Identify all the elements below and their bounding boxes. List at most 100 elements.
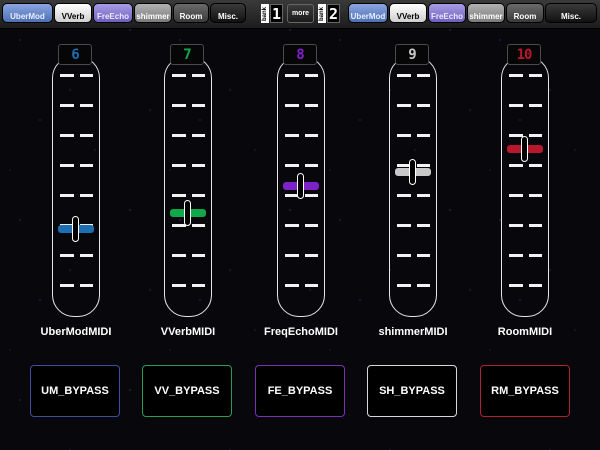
rm-bypass-button[interactable]: RM_BYPASS [480,365,570,417]
fader-tick-mark [80,164,93,167]
fe-bypass-button[interactable]: FE_BYPASS [255,365,345,417]
bank-2-number[interactable]: 2 [327,4,340,23]
um-bypass-button[interactable]: UM_BYPASS [30,365,120,417]
channel-readout: 10 [507,44,541,65]
fader-tick-mark [60,164,74,167]
top-toolbar: UberMod VVerb FreEcho shimmer Room Misc.… [0,0,600,29]
fader-knob[interactable] [501,136,549,163]
fader-tick-mark [509,164,523,167]
tab-ubermod-left[interactable]: UberMod [2,3,53,23]
fader-tick-mark [397,104,411,107]
fader-vverb[interactable]: 7 [164,44,212,317]
fader-tick-mark [80,284,93,287]
fader-tick-mark [417,254,430,257]
tab-misc-right[interactable]: Misc. [545,3,597,23]
fader-tick-mark [509,194,523,197]
fader-tick-mark [397,284,411,287]
fader-tick-mark [172,104,186,107]
fader-tick-mark [60,104,74,107]
fader-tick-mark [305,74,318,77]
fader-tick-mark [509,254,523,257]
fader-tick-mark [285,164,299,167]
tab-room-left[interactable]: Room [173,3,209,23]
fader-track[interactable] [389,56,437,317]
fader-label-vverb: VVerbMIDI [160,326,216,338]
fader-tick-mark [192,134,205,137]
fader-tick-mark [397,254,411,257]
fader-freqecho[interactable]: 8 [277,44,325,317]
fader-track[interactable] [501,56,549,317]
fader-tick-mark [285,74,299,77]
fader-tick-mark [172,194,186,197]
fader-tick-mark [397,74,411,77]
fader-tick-mark [397,134,411,137]
fader-tick-mark [60,254,74,257]
fader-label-room: RoomMIDI [497,326,553,338]
tab-shimmer-right[interactable]: shimmer [467,3,505,23]
fader-knob-pin [521,136,528,163]
tab-ubermod-right[interactable]: UberMod [348,3,388,23]
fader-tick-mark [172,284,186,287]
vv-bypass-button[interactable]: VV_BYPASS [142,365,232,417]
tab-freecho-left[interactable]: FreEcho [93,3,133,23]
fader-knob[interactable] [277,172,325,199]
fader-knob[interactable] [52,216,100,243]
tab-misc-left[interactable]: Misc. [210,3,246,23]
fader-knob-pin [72,216,79,243]
bank-1-number[interactable]: 1 [270,4,283,23]
tab-vverb-right[interactable]: VVerb [389,3,427,23]
fader-tick-mark [305,164,318,167]
fader-tick-mark [192,284,205,287]
fader-tick-mark [397,194,411,197]
fader-tick-mark [417,134,430,137]
fader-tick-mark [417,104,430,107]
fader-tick-mark [80,74,93,77]
fader-tick-mark [529,74,542,77]
fader-tick-mark [285,104,299,107]
fader-track[interactable] [52,56,100,317]
channel-readout: 7 [170,44,204,65]
fader-label-shimmer: shimmerMIDI [378,326,448,338]
tab-freecho-right[interactable]: FreEcho [428,3,466,23]
fader-tick-mark [60,134,74,137]
fader-tick-mark [60,284,74,287]
fader-tick-mark [305,284,318,287]
fader-tick-mark [80,104,93,107]
fader-shimmer[interactable]: 9 [389,44,437,317]
fader-tick-mark [192,74,205,77]
fader-tick-mark [417,74,430,77]
tab-shimmer-left[interactable]: shimmer [134,3,172,23]
channel-readout: 8 [283,44,317,65]
fader-tick-mark [285,284,299,287]
channel-readout: 9 [395,44,429,65]
fader-tick-mark [529,164,542,167]
fader-room[interactable]: 10 [501,44,549,317]
fader-tick-mark [397,224,411,227]
fader-ubermod[interactable]: 6 [52,44,100,317]
fader-knob[interactable] [389,159,437,186]
fader-tick-mark [305,104,318,107]
fader-tick-mark [529,254,542,257]
fader-label-ubermod: UberModMIDI [40,326,112,338]
tab-room-right[interactable]: Room [506,3,544,23]
fader-tick-mark [529,284,542,287]
fader-tick-mark [285,254,299,257]
more-button[interactable]: more [287,4,314,23]
fader-tick-mark [417,224,430,227]
tab-vverb-left[interactable]: VVerb [54,3,92,23]
fader-tick-mark [172,164,186,167]
fader-tick-mark [417,284,430,287]
fader-track[interactable] [164,56,212,317]
fader-tick-mark [509,74,523,77]
fader-tick-mark [529,104,542,107]
fader-tick-mark [305,254,318,257]
fader-knob[interactable] [164,200,212,227]
fader-tick-mark [192,194,205,197]
bank-1-label: bank [261,4,269,23]
sh-bypass-button[interactable]: SH_BYPASS [367,365,457,417]
fader-tick-mark [285,134,299,137]
fader-knob-pin [409,159,416,186]
fader-tick-mark [60,194,74,197]
fader-knob-pin [297,172,304,199]
fader-tick-mark [509,284,523,287]
